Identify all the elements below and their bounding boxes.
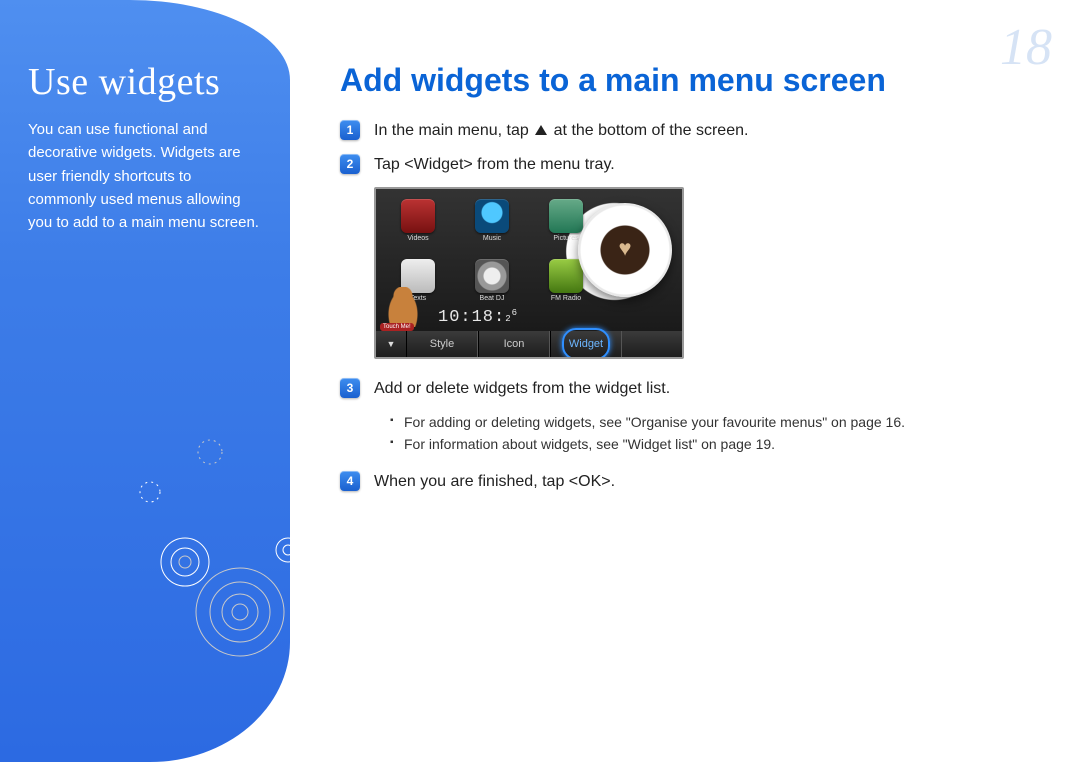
tray-style: Style [406,331,478,357]
step-3-sublist: For adding or deleting widgets, see "Org… [390,411,1050,456]
step-number: 4 [340,471,360,491]
step-1-pre: In the main menu, tap [374,122,533,139]
up-triangle-icon [535,125,547,135]
touch-me-label: Touch Me! [380,323,414,331]
clock: 10:18:26 [438,308,518,327]
step-2: 2 Tap <Widget> from the menu tray. [340,153,1050,177]
sub-bullet: For adding or deleting widgets, see "Org… [390,411,1050,433]
step-number: 3 [340,378,360,398]
coffee-cup: ♥ [578,203,672,297]
device-screenshot: Videos Music Pictures Texts Beat DJ FM R… [374,187,684,359]
heart-icon: ♥ [618,236,631,262]
step-2-text: Tap <Widget> from the menu tray. [374,153,1050,177]
step-3-text: Add or delete widgets from the widget li… [374,377,1050,401]
step-3: 3 Add or delete widgets from the widget … [340,377,1050,401]
step-number: 2 [340,154,360,174]
step-1-post: at the bottom of the screen. [549,122,748,139]
step-4: 4 When you are finished, tap <OK>. [340,470,1050,494]
videos-icon [401,199,435,233]
app-videos: Videos [388,199,448,253]
tray-down-icon: ▼ [376,339,406,349]
step-4-text: When you are finished, tap <OK>. [374,470,1050,494]
sidebar-body: You can use functional and decorative wi… [28,118,262,234]
step-number: 1 [340,120,360,140]
main-heading: Add widgets to a main menu screen [340,62,1050,99]
sidebar: Use widgets You can use functional and d… [0,0,290,762]
step-1: 1 In the main menu, tap at the bottom of… [340,119,1050,143]
tray-icon: Icon [478,331,550,357]
main-content: Add widgets to a main menu screen 1 In t… [340,62,1050,504]
sidebar-title: Use widgets [28,60,262,104]
sub-bullet: For information about widgets, see "Widg… [390,433,1050,455]
menu-tray: ▼ Style Icon Widget [376,331,682,357]
device-midrow: Touch Me! 10:18:26 [386,287,518,327]
music-icon [475,199,509,233]
gingerbread-icon: Touch Me! [386,287,420,327]
app-music: Music [462,199,522,253]
tray-widget: Widget [550,331,622,357]
